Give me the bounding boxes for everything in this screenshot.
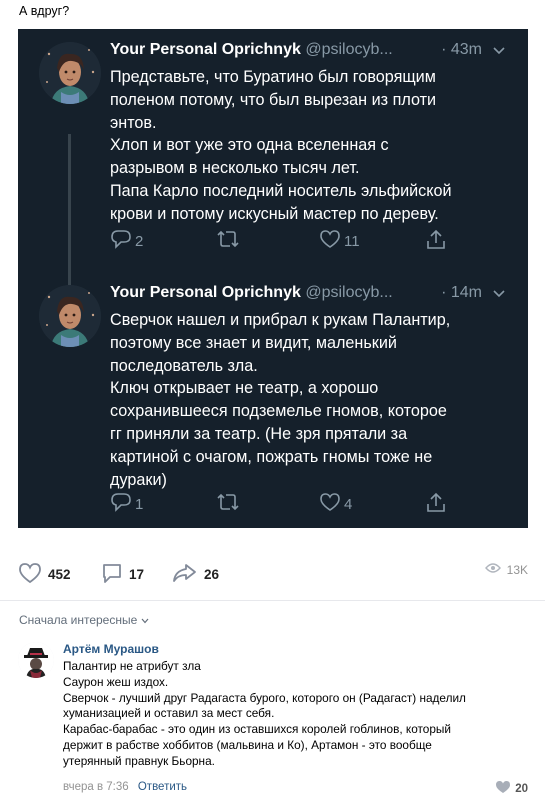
post-stats: 452 17 26 13K	[18, 562, 528, 586]
tweet-line: Хлоп и вот уже это одна вселенная с	[110, 136, 389, 155]
tweet-text: Представьте, что Буратино был говорящим …	[110, 66, 515, 226]
retweet-icon	[216, 492, 240, 516]
tweet-time[interactable]: · 14m	[441, 284, 482, 302]
share-icon	[425, 229, 447, 255]
tweet-line: крови и потому искусный мастер по дереву…	[110, 204, 439, 223]
share-button[interactable]	[425, 229, 447, 255]
tweet-line: Ключ открывает не театр, а хорошо	[110, 379, 379, 398]
share-icon	[425, 492, 447, 518]
tweet-author-name[interactable]: Your Personal Oprichnyk	[110, 284, 301, 301]
post-like-count: 452	[48, 567, 71, 582]
comment-icon	[101, 562, 123, 587]
post-comment-count: 17	[129, 567, 145, 582]
post-share-count: 26	[204, 567, 220, 582]
tweet-line: картиной с очагом, пожрать гномы тоже не	[110, 447, 433, 466]
comments-sort-dropdown[interactable]: Сначала интересные	[19, 613, 149, 627]
heart-icon	[319, 492, 341, 516]
heart-icon	[319, 229, 341, 253]
eye-icon	[484, 562, 501, 577]
tweet-line: разрывом в несколько тысяч лет.	[110, 159, 360, 178]
tweet-line: дураки)	[110, 470, 167, 489]
comment-like-button[interactable]: 20	[495, 780, 528, 796]
heart-icon	[18, 562, 42, 587]
tweet-screenshot: Your Personal Oprichnyk @psilocyb... · 4…	[18, 29, 528, 528]
like-count: 4	[344, 495, 353, 513]
tweet-line: поэтому все знает и видит, маленький	[110, 333, 397, 352]
reply-count: 1	[135, 495, 144, 513]
avatar	[39, 42, 101, 104]
comment-line: Карабас-барабас - это один из оставшихся…	[63, 722, 451, 737]
avatar	[39, 285, 101, 347]
tweet-line: гг приняли за театр. (Не зря прятали за	[110, 424, 408, 443]
chevron-down-icon	[141, 613, 149, 627]
share-button[interactable]	[425, 492, 447, 518]
comment-like-count: 20	[515, 782, 528, 795]
comment-line: держит в рабстве хоббитов (мальвина и Ко…	[63, 737, 432, 752]
reply-button[interactable]: 2	[110, 229, 143, 253]
chevron-down-icon[interactable]	[492, 287, 506, 306]
tweet-actions: 2 11	[110, 229, 490, 255]
like-button[interactable]: 4	[319, 492, 352, 516]
retweet-icon	[216, 229, 240, 253]
comment-avatar[interactable]	[18, 642, 54, 678]
tweet-line: Представьте, что Буратино был говорящим	[110, 68, 436, 86]
tweet-line: Папа Карло последний носитель эльфийской	[110, 181, 452, 200]
post-views: 13K	[484, 562, 528, 577]
comment-reply-link[interactable]: Ответить	[138, 781, 187, 793]
tweet-header: Your Personal Oprichnyk @psilocyb... · 1…	[110, 284, 510, 306]
reply-count: 2	[135, 232, 144, 250]
comment-text: Палантир не атрибут зла Саурон жеш издох…	[63, 659, 523, 770]
comment-author[interactable]: Артём Мурашов	[63, 642, 159, 656]
chevron-down-icon[interactable]	[492, 44, 506, 63]
tweet-line: Сверчок нашел и прибрал к рукам Палантир…	[110, 311, 451, 329]
like-count: 11	[344, 232, 360, 250]
retweet-button[interactable]	[216, 492, 240, 516]
tweet-line: поленом потому, что был вырезан из плоти	[110, 90, 437, 109]
reply-icon	[110, 492, 132, 516]
tweet-time[interactable]: · 43m	[441, 41, 482, 59]
post-title: А вдруг?	[19, 4, 70, 18]
tweet-line: сохранившееся подземелье гномов, которое	[110, 402, 447, 421]
tweet-line: энтов.	[110, 113, 157, 132]
comment-time[interactable]: вчера в 7:36	[63, 781, 129, 793]
share-arrow-icon	[172, 562, 198, 587]
reply-icon	[110, 229, 132, 253]
tweet-author-name[interactable]: Your Personal Oprichnyk	[110, 41, 301, 58]
comment-line: Палантир не атрибут зла	[63, 659, 201, 673]
reply-button[interactable]: 1	[110, 492, 143, 516]
comments-sort-label: Сначала интересные	[19, 613, 138, 627]
tweet-actions: 1 4	[110, 492, 490, 518]
comment-line: Саурон жеш издох.	[63, 674, 169, 689]
post-view-count: 13K	[506, 562, 528, 577]
post-like-button[interactable]: 452	[18, 562, 71, 587]
like-button[interactable]: 11	[319, 229, 360, 253]
tweet-line: последователь зла.	[110, 356, 258, 375]
tweet-text: Сверчок нашел и прибрал к рукам Палантир…	[110, 309, 515, 491]
post-share-button[interactable]: 26	[172, 562, 219, 587]
comment-meta: вчера в 7:36 Ответить	[63, 781, 187, 793]
tweet-header: Your Personal Oprichnyk @psilocyb... · 4…	[110, 41, 510, 63]
heart-icon	[495, 780, 511, 796]
thread-line	[68, 134, 71, 304]
comment: Артём Мурашов Палантир не атрибут зла Са…	[18, 640, 528, 796]
tweet-author-handle[interactable]: @psilocyb...	[305, 41, 392, 58]
comment-line: Сверчок - лучший друг Радагаста бурого, …	[63, 690, 466, 705]
post-comment-button[interactable]: 17	[101, 562, 144, 587]
comment-line: хуманизацией и оставил за мест себя.	[63, 706, 275, 721]
comment-line: утерянный правнук Бьорна.	[63, 753, 215, 768]
tweet-author-handle[interactable]: @psilocyb...	[305, 284, 392, 301]
divider	[0, 600, 545, 601]
retweet-button[interactable]	[216, 229, 240, 253]
